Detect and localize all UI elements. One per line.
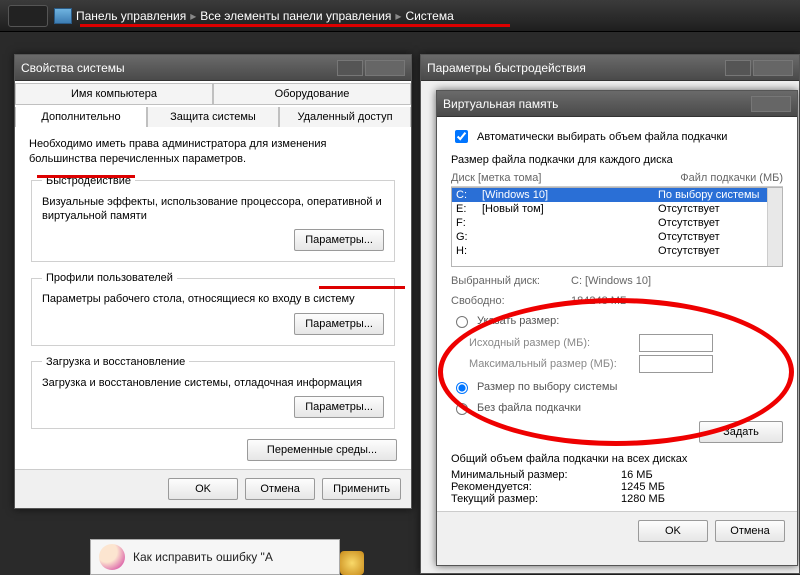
total-row: Текущий размер: 1280 МБ <box>451 493 783 505</box>
free-space-row: Свободно: 184248 МБ <box>451 295 783 307</box>
address-bar: Панель управления ▸ Все элементы панели … <box>0 0 800 32</box>
col-header: Диск [метка тома] <box>451 172 541 184</box>
initial-size-input[interactable] <box>639 334 713 352</box>
radio-system-managed[interactable]: Размер по выбору системы <box>451 379 783 394</box>
virtual-memory-window: Виртуальная память Автоматически выбират… <box>436 90 798 566</box>
total-row: Рекомендуется: 1245 МБ <box>451 481 783 493</box>
control-panel-icon <box>54 8 72 24</box>
radio-custom-size[interactable]: Указать размер: <box>451 313 783 328</box>
scrollbar[interactable] <box>767 188 782 266</box>
window-title: Свойства системы <box>21 61 125 75</box>
tab-system-protection[interactable]: Защита системы <box>147 107 279 127</box>
max-size-input[interactable] <box>639 355 713 373</box>
window-title: Виртуальная память <box>443 97 558 111</box>
radio-no-paging[interactable]: Без файла подкачки <box>451 400 783 415</box>
annotation-underline <box>37 175 135 178</box>
disk-row[interactable]: C: [Windows 10] По выбору системы <box>452 188 782 202</box>
disk-row[interactable]: E: [Новый том] Отсутствует <box>452 202 782 216</box>
selected-drive-row: Выбранный диск: C: [Windows 10] <box>451 275 783 287</box>
tab-row: Имя компьютера Оборудование <box>15 81 411 105</box>
breadcrumb-item[interactable]: Все элементы панели управления <box>200 9 391 23</box>
auto-manage-input[interactable] <box>455 130 468 143</box>
startup-settings-button[interactable]: Параметры... <box>294 396 384 418</box>
cancel-button[interactable]: Отмена <box>715 520 785 542</box>
per-drive-label: Размер файла подкачки для каждого диска <box>451 154 783 166</box>
cancel-button[interactable]: Отмена <box>245 478 315 500</box>
titlebar[interactable]: Свойства системы <box>15 55 411 81</box>
group-label: Загрузка и восстановление <box>42 356 189 368</box>
disk-row[interactable]: H: Отсутствует <box>452 244 782 258</box>
group-desc: Визуальные эффекты, использование процес… <box>42 195 384 224</box>
admin-hint: Необходимо иметь права администратора дл… <box>29 137 397 167</box>
profiles-settings-button[interactable]: Параметры... <box>294 313 384 335</box>
breadcrumb-item[interactable]: Система <box>405 9 453 23</box>
group-desc: Параметры рабочего стола, относящиеся ко… <box>42 292 384 306</box>
startup-recovery-group: Загрузка и восстановление Загрузка и вос… <box>31 356 395 429</box>
ok-button[interactable]: OK <box>168 478 238 500</box>
initial-size-row: Исходный размер (МБ): <box>469 334 783 352</box>
auto-manage-label: Автоматически выбирать объем файла подка… <box>477 131 727 143</box>
close-button[interactable] <box>753 60 793 76</box>
ok-button[interactable]: OK <box>638 520 708 542</box>
link-text: Как исправить ошибку "A <box>133 550 273 564</box>
chevron-right-icon: ▸ <box>395 9 401 23</box>
annotation-underline <box>319 286 405 289</box>
tab-computer-name[interactable]: Имя компьютера <box>15 83 213 104</box>
chevron-right-icon: ▸ <box>190 9 196 23</box>
profiles-group: Профили пользователей Параметры рабочего… <box>31 272 395 345</box>
nav-back-forward[interactable] <box>8 5 48 27</box>
app-icon[interactable] <box>340 551 364 575</box>
close-button[interactable] <box>751 96 791 112</box>
tab-row: Дополнительно Защита системы Удаленный д… <box>15 105 411 127</box>
group-desc: Загрузка и восстановление системы, отлад… <box>42 376 384 390</box>
annotation-underline <box>80 24 510 27</box>
total-row: Минимальный размер: 16 МБ <box>451 469 783 481</box>
set-button[interactable]: Задать <box>699 421 783 443</box>
performance-settings-button[interactable]: Параметры... <box>294 229 384 251</box>
tab-advanced[interactable]: Дополнительно <box>15 107 147 127</box>
totals-header: Общий объем файла подкачки на всех диска… <box>451 453 783 465</box>
breadcrumb[interactable]: Панель управления ▸ Все элементы панели … <box>54 8 454 24</box>
tab-hardware[interactable]: Оборудование <box>213 83 411 104</box>
breadcrumb-item[interactable]: Панель управления <box>76 9 186 23</box>
auto-manage-checkbox[interactable]: Автоматически выбирать объем файла подка… <box>451 127 783 146</box>
close-button[interactable] <box>365 60 405 76</box>
help-button[interactable] <box>337 60 363 76</box>
titlebar[interactable]: Виртуальная память <box>437 91 797 117</box>
disk-row[interactable]: G: Отсутствует <box>452 230 782 244</box>
disk-list-header: Диск [метка тома] Файл подкачки (МБ) <box>451 170 783 187</box>
system-properties-window: Свойства системы Имя компьютера Оборудов… <box>14 54 412 509</box>
titlebar[interactable]: Параметры быстродействия <box>421 55 799 81</box>
group-label: Профили пользователей <box>42 272 177 284</box>
col-header: Файл подкачки (МБ) <box>680 172 783 184</box>
disk-list[interactable]: C: [Windows 10] По выбору системы E: [Но… <box>451 187 783 267</box>
performance-group: Быстродействие Визуальные эффекты, испол… <box>31 175 395 263</box>
thumbnail-icon <box>99 544 125 570</box>
max-size-row: Максимальный размер (МБ): <box>469 355 783 373</box>
tab-remote[interactable]: Удаленный доступ <box>279 107 411 127</box>
background-link[interactable]: Как исправить ошибку "A <box>90 539 340 575</box>
help-button[interactable] <box>725 60 751 76</box>
env-vars-button[interactable]: Переменные среды... <box>247 439 397 461</box>
window-title: Параметры быстродействия <box>427 61 586 75</box>
disk-row[interactable]: F: Отсутствует <box>452 216 782 230</box>
apply-button[interactable]: Применить <box>322 478 401 500</box>
